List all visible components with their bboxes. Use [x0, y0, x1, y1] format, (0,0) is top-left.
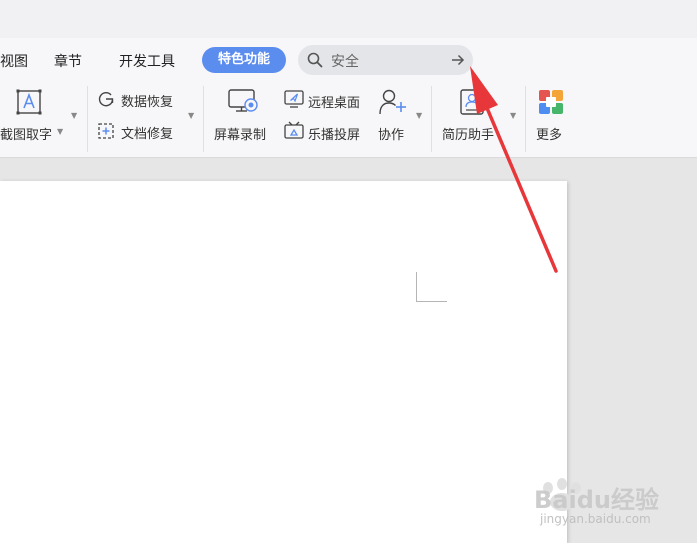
tab-chapter[interactable]: 章节 — [54, 51, 82, 71]
tab-special-features[interactable]: 特色功能 — [202, 47, 286, 73]
tab-dev-tools[interactable]: 开发工具 — [119, 51, 175, 71]
chevron-down-icon[interactable]: ▼ — [71, 111, 77, 120]
search-box[interactable]: 安全 — [298, 45, 473, 75]
search-input[interactable]: 安全 — [331, 51, 359, 71]
page-margin-corner-mark — [416, 272, 447, 302]
document-page[interactable] — [0, 181, 567, 543]
chevron-down-icon[interactable]: ▼ — [188, 111, 194, 120]
watermark-brand: Baidu经验 — [534, 486, 659, 514]
ribbon-separator — [525, 86, 526, 152]
title-bar — [0, 0, 697, 39]
tab-view[interactable]: 视图 — [0, 51, 28, 71]
screen-record-icon[interactable] — [228, 89, 260, 115]
collaborate-icon[interactable] — [378, 88, 408, 116]
watermark-url: jingyan.baidu.com — [540, 512, 651, 526]
remote-desktop-icon[interactable] — [284, 90, 304, 108]
more-label[interactable]: 更多 — [536, 124, 562, 143]
search-icon — [307, 52, 323, 68]
ribbon-separator — [87, 86, 88, 152]
doc-repair-icon[interactable] — [97, 122, 115, 140]
ribbon-separator — [431, 86, 432, 152]
chevron-down-icon[interactable]: ▼ — [57, 127, 63, 136]
data-recovery-icon[interactable] — [97, 90, 115, 108]
cast-screen-icon[interactable] — [284, 121, 304, 140]
cast-screen-label[interactable]: 乐播投屏 — [308, 124, 360, 143]
data-recovery-label[interactable]: 数据恢复 — [121, 91, 173, 110]
doc-repair-label[interactable]: 文档修复 — [121, 123, 173, 142]
chevron-down-icon[interactable]: ▼ — [416, 111, 422, 120]
arrow-right-icon[interactable] — [451, 53, 465, 67]
screenshot-text-icon[interactable] — [16, 89, 42, 115]
screen-record-label[interactable]: 屏幕录制 — [214, 124, 266, 143]
chevron-down-icon[interactable]: ▼ — [510, 111, 516, 120]
remote-desktop-label[interactable]: 远程桌面 — [308, 92, 360, 111]
resume-helper-label[interactable]: 简历助手 — [442, 124, 494, 143]
ribbon-separator — [203, 86, 204, 152]
resume-helper-icon[interactable] — [459, 88, 485, 116]
more-apps-icon[interactable] — [538, 89, 564, 115]
screenshot-text-label[interactable]: 截图取字 — [0, 124, 52, 143]
collaborate-label[interactable]: 协作 — [378, 124, 404, 143]
